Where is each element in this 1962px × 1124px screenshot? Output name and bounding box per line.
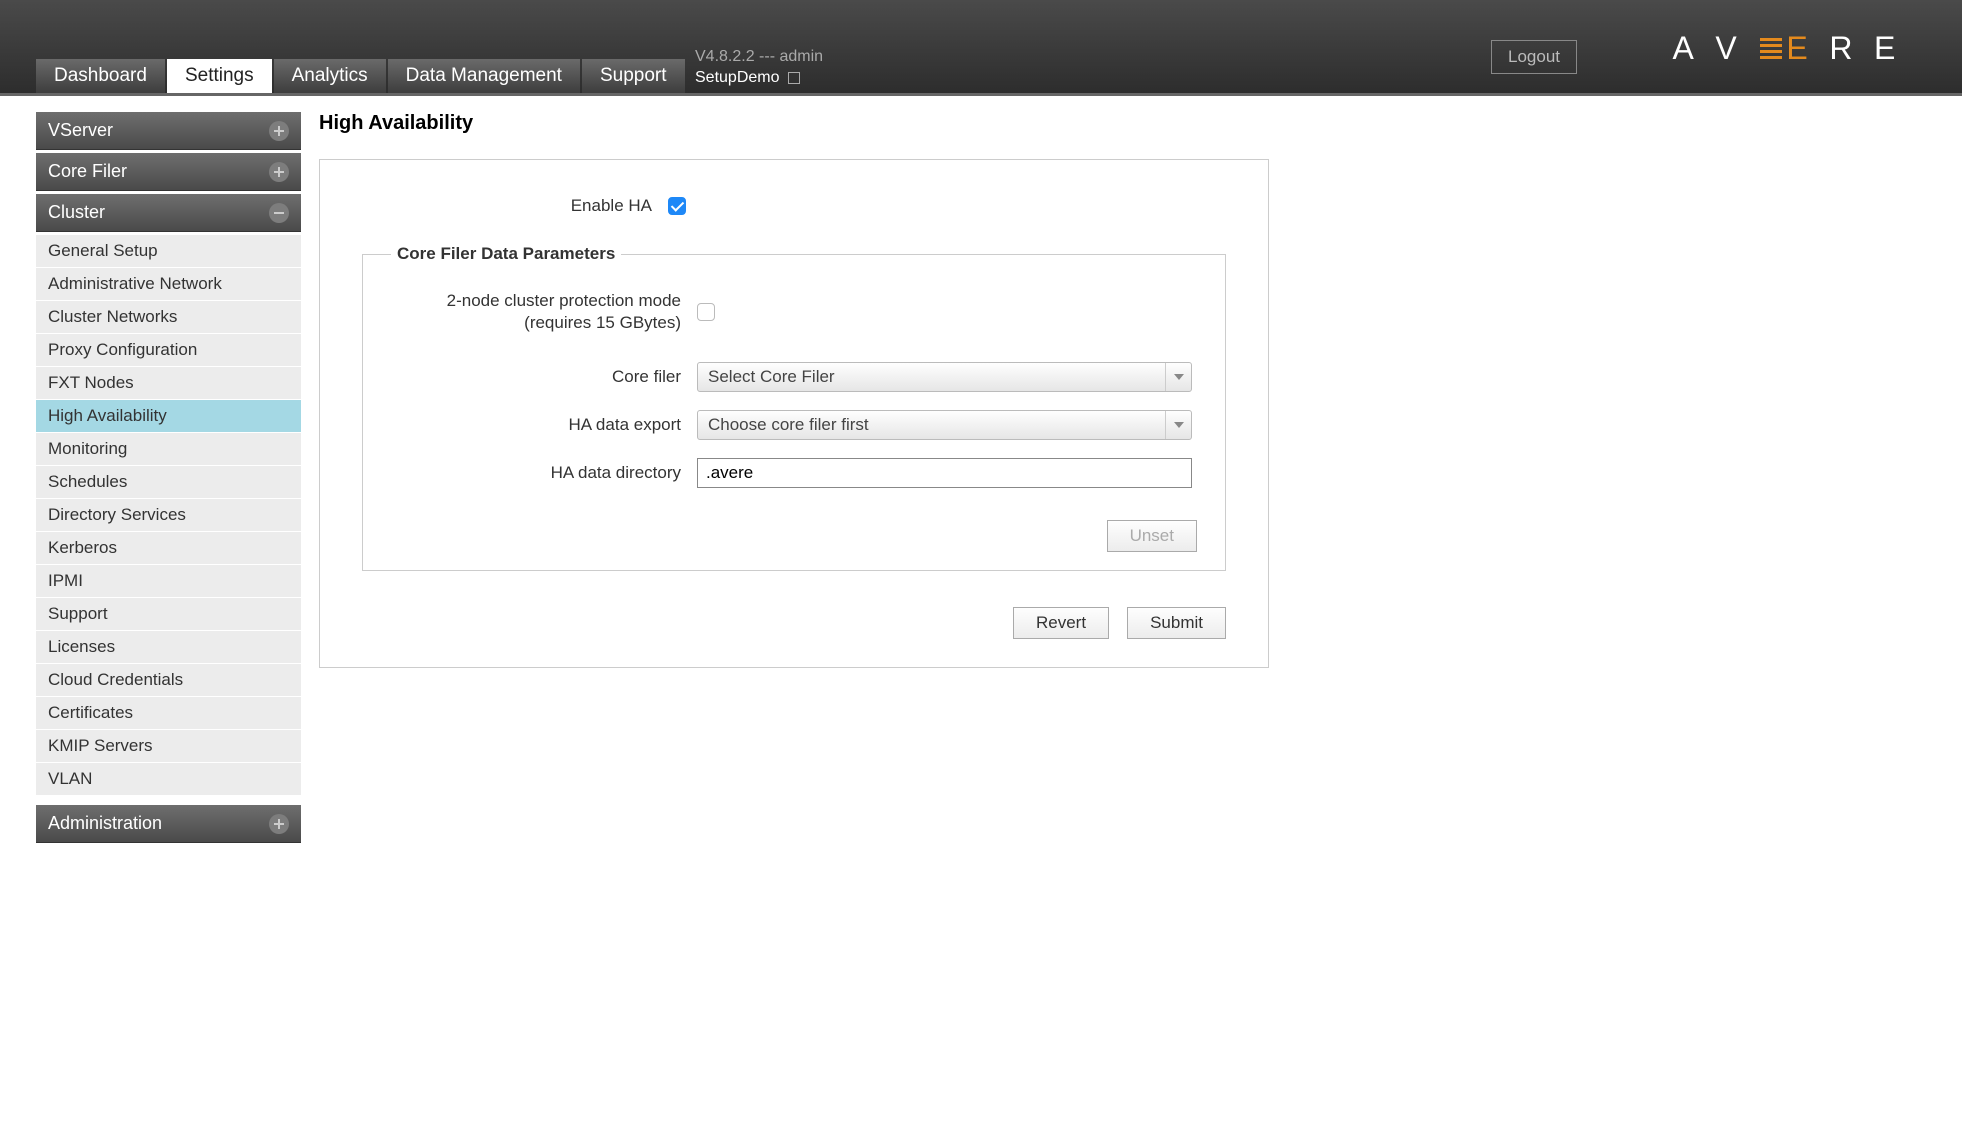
logo-letter-e2: E (1874, 30, 1897, 67)
sidebar-item-cluster-networks[interactable]: Cluster Networks (36, 301, 301, 333)
logo-letter-r: R (1829, 30, 1854, 67)
nav-tabs: Dashboard Settings Analytics Data Manage… (36, 59, 685, 93)
chevron-down-icon (1165, 363, 1191, 391)
ha-panel: Enable HA Core Filer Data Parameters 2-n… (319, 159, 1269, 668)
core-filer-select[interactable]: Select Core Filer (697, 362, 1192, 392)
logo-letter-e: E (1786, 30, 1809, 67)
tab-dashboard[interactable]: Dashboard (36, 59, 165, 93)
topbar: Logout A V E R E V4.8.2.2 --- admin Setu… (0, 0, 1962, 96)
core-filer-select-value: Select Core Filer (708, 367, 835, 387)
sidebar-item-ipmi[interactable]: IPMI (36, 565, 301, 597)
plus-icon (269, 814, 289, 834)
logo-bars-icon (1760, 38, 1782, 59)
tab-support[interactable]: Support (582, 59, 685, 93)
sidebar-item-general-setup[interactable]: General Setup (36, 235, 301, 267)
two-node-label: 2-node cluster protection mode (requires… (391, 290, 681, 334)
sidebar-item-fxt-nodes[interactable]: FXT Nodes (36, 367, 301, 399)
sidebar-item-cloud-credentials[interactable]: Cloud Credentials (36, 664, 301, 696)
sidebar-item-certificates[interactable]: Certificates (36, 697, 301, 729)
sidebar: VServer Core Filer Cluster General Setup… (36, 112, 301, 846)
ha-data-directory-input[interactable] (697, 458, 1192, 488)
sidebar-section-corefiler[interactable]: Core Filer (36, 153, 301, 191)
logo-letter-v: V (1715, 30, 1738, 67)
ha-dir-label: HA data directory (391, 463, 681, 483)
enable-ha-checkbox[interactable] (668, 197, 686, 215)
brand-logo: A V E R E (1672, 30, 1897, 67)
sidebar-section-label: Administration (48, 813, 162, 834)
sidebar-section-label: VServer (48, 120, 113, 141)
sidebar-item-proxy-configuration[interactable]: Proxy Configuration (36, 334, 301, 366)
ha-export-label: HA data export (391, 415, 681, 435)
logout-button[interactable]: Logout (1491, 40, 1577, 74)
sidebar-item-support[interactable]: Support (36, 598, 301, 630)
core-filer-label: Core filer (391, 367, 681, 387)
tab-analytics[interactable]: Analytics (274, 59, 386, 93)
plus-icon (269, 121, 289, 141)
content: High Availability Enable HA Core Filer D… (319, 112, 1926, 668)
version-info: V4.8.2.2 --- admin SetupDemo (695, 47, 823, 89)
enable-ha-label: Enable HA (362, 196, 652, 216)
ha-data-export-select[interactable]: Choose core filer first (697, 410, 1192, 440)
tab-data-management[interactable]: Data Management (388, 59, 580, 93)
sidebar-item-vlan[interactable]: VLAN (36, 763, 301, 795)
core-filer-data-parameters: Core Filer Data Parameters 2-node cluste… (362, 244, 1226, 571)
version-line: V4.8.2.2 --- admin (695, 47, 823, 68)
document-icon[interactable] (788, 72, 800, 84)
tab-settings[interactable]: Settings (167, 59, 272, 93)
chevron-down-icon (1165, 411, 1191, 439)
revert-button[interactable]: Revert (1013, 607, 1109, 639)
sidebar-section-cluster[interactable]: Cluster (36, 194, 301, 232)
sidebar-item-kmip-servers[interactable]: KMIP Servers (36, 730, 301, 762)
sidebar-item-schedules[interactable]: Schedules (36, 466, 301, 498)
fieldset-legend: Core Filer Data Parameters (391, 244, 621, 264)
sidebar-item-kerberos[interactable]: Kerberos (36, 532, 301, 564)
sidebar-item-directory-services[interactable]: Directory Services (36, 499, 301, 531)
sidebar-section-vserver[interactable]: VServer (36, 112, 301, 150)
sidebar-item-high-availability[interactable]: High Availability (36, 400, 301, 432)
minus-icon (269, 203, 289, 223)
sidebar-item-monitoring[interactable]: Monitoring (36, 433, 301, 465)
unset-button[interactable]: Unset (1107, 520, 1197, 552)
submit-button[interactable]: Submit (1127, 607, 1226, 639)
sidebar-item-administrative-network[interactable]: Administrative Network (36, 268, 301, 300)
sidebar-section-label: Core Filer (48, 161, 127, 182)
two-node-checkbox[interactable] (697, 303, 715, 321)
cluster-name: SetupDemo (695, 69, 780, 86)
sidebar-section-administration[interactable]: Administration (36, 805, 301, 843)
page-title: High Availability (319, 112, 1926, 135)
ha-export-select-value: Choose core filer first (708, 415, 869, 435)
logo-letter-a: A (1672, 30, 1695, 67)
sidebar-item-licenses[interactable]: Licenses (36, 631, 301, 663)
sidebar-section-label: Cluster (48, 202, 105, 223)
plus-icon (269, 162, 289, 182)
